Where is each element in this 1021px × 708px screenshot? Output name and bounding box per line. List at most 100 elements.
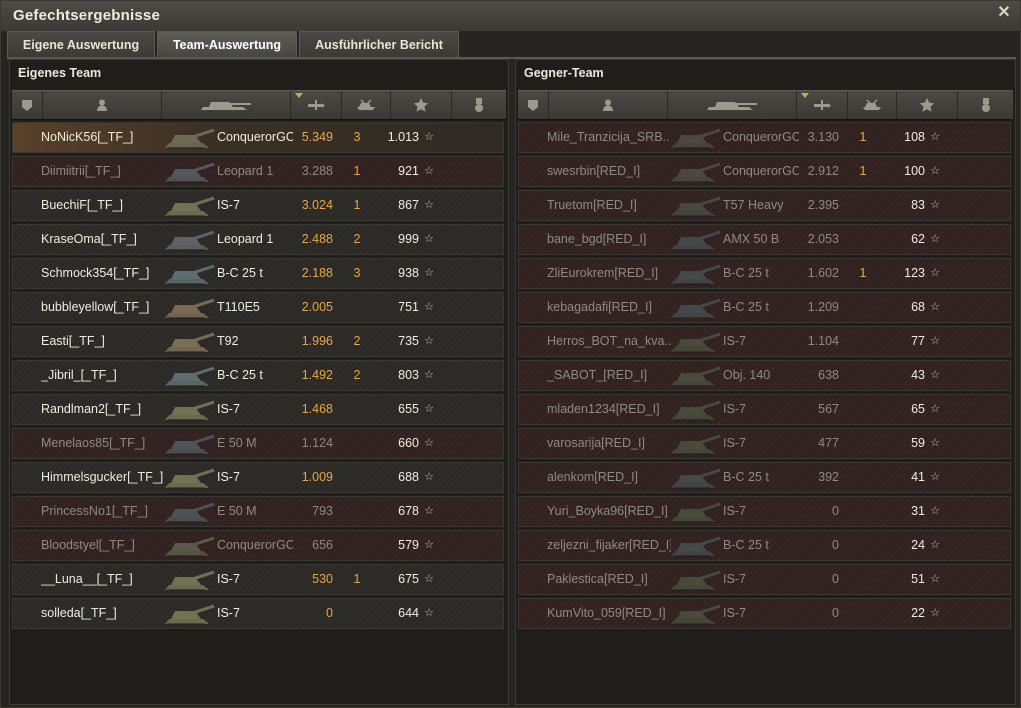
kills-value: 1	[353, 572, 361, 586]
player-row[interactable]: KraseOma[_TF_] Leopard 1 2.488 2 999 ☆	[12, 224, 504, 255]
tank-name: T92	[217, 334, 239, 348]
tank-name: T110E5	[217, 300, 260, 314]
player-name: Diimiitrii[_TF_]	[41, 164, 121, 178]
tank-icon[interactable]	[162, 91, 291, 119]
damage-value: 2.395	[807, 198, 839, 212]
player-row[interactable]: Bloodstyel[_TF_] ConquerorGC 656 579 ☆	[12, 530, 504, 561]
own-team-panel: Eigenes Team NoNicK56[_TF_] ConquerorGC …	[9, 59, 509, 705]
squad-icon[interactable]	[518, 91, 549, 119]
tank-icon	[161, 429, 219, 458]
damage-value: 1.009	[301, 470, 333, 484]
player-row[interactable]: Easti[_TF_] T92 1.996 2 735 ☆	[12, 326, 504, 357]
player-row[interactable]: Randlman2[_TF_] IS-7 1.468 655 ☆	[12, 394, 504, 425]
player-row[interactable]: mladen1234[RED_I] IS-7 567 65 ☆	[518, 394, 1011, 425]
player-row[interactable]: solleda[_TF_] IS-7 0 644 ☆	[12, 598, 504, 629]
tank-icon	[667, 497, 725, 526]
player-row[interactable]: _SABOT_[RED_I] Obj. 140 638 43 ☆	[518, 360, 1011, 391]
xp-star-icon: ☆	[424, 301, 434, 313]
player-row[interactable]: Himmelsgucker[_TF_] IS-7 1.009 688 ☆	[12, 462, 504, 493]
window-title: Gefechtsergebnisse	[13, 7, 160, 24]
xp-star-icon: ☆	[424, 403, 434, 415]
player-row[interactable]: Menelaos85[_TF_] E 50 M 1.124 660 ☆	[12, 428, 504, 459]
medal-icon[interactable]	[452, 91, 506, 119]
damage-icon[interactable]	[797, 91, 848, 119]
xp-star-icon: ☆	[424, 505, 434, 517]
xp-value: 579	[398, 538, 419, 552]
player-icon[interactable]	[43, 91, 162, 119]
player-row[interactable]: bane_bgd[RED_I] AMX 50 B 2.053 62 ☆	[518, 224, 1011, 255]
player-row[interactable]: kebagadafi[RED_I] B-C 25 t 1.209 68 ☆	[518, 292, 1011, 323]
player-row[interactable]: Paklestica[RED_I] IS-7 0 51 ☆	[518, 564, 1011, 595]
player-row[interactable]: Schmock354[_TF_] B-C 25 t 2.188 3 938 ☆	[12, 258, 504, 289]
xp-value: 59	[911, 436, 925, 450]
kills-icon[interactable]	[848, 91, 897, 119]
xp-value: 41	[911, 470, 925, 484]
player-row[interactable]: ZliEurokrem[RED_I] B-C 25 t 1.602 1 123 ☆	[518, 258, 1011, 289]
player-row[interactable]: BuechiF[_TF_] IS-7 3.024 1 867 ☆	[12, 190, 504, 221]
xp-star-icon: ☆	[424, 131, 434, 143]
player-row[interactable]: Yuri_Boyka96[RED_I] IS-7 0 31 ☆	[518, 496, 1011, 527]
xp-star-icon[interactable]	[897, 91, 958, 119]
xp-star-icon: ☆	[424, 471, 434, 483]
xp-star-icon: ☆	[424, 607, 434, 619]
player-name: _Jibril_[_TF_]	[41, 368, 117, 382]
xp-value: 675	[398, 572, 419, 586]
tank-icon	[161, 361, 219, 390]
tab-detailed-report[interactable]: Ausführlicher Bericht	[299, 31, 459, 57]
tank-icon	[161, 123, 219, 152]
squad-icon[interactable]	[12, 91, 43, 119]
player-row[interactable]: Herros_BOT_na_kva.. IS-7 1.104 77 ☆	[518, 326, 1011, 357]
player-row[interactable]: _Jibril_[_TF_] B-C 25 t 1.492 2 803 ☆	[12, 360, 504, 391]
tank-icon[interactable]	[668, 91, 797, 119]
player-row[interactable]: PrincessNo1[_TF_] E 50 M 793 678 ☆	[12, 496, 504, 527]
player-row[interactable]: Diimiitrii[_TF_] Leopard 1 3.288 1 921 ☆	[12, 156, 504, 187]
damage-value: 1.602	[807, 266, 839, 280]
player-row[interactable]: zeljezni_fijaker[RED_I] B-C 25 t 0 24 ☆	[518, 530, 1011, 561]
tank-name: Leopard 1	[217, 164, 274, 178]
close-icon[interactable]: ✕	[996, 5, 1012, 21]
xp-value: 1.013	[387, 130, 419, 144]
player-row[interactable]: __Luna__[_TF_] IS-7 530 1 675 ☆	[12, 564, 504, 595]
player-row[interactable]: Truetom[RED_I] T57 Heavy 2.395 83 ☆	[518, 190, 1011, 221]
player-name: KraseOma[_TF_]	[41, 232, 137, 246]
player-row[interactable]: swesrbin[RED_I] ConquerorGC 2.912 1 100 ☆	[518, 156, 1011, 187]
xp-star-icon: ☆	[930, 505, 940, 517]
player-row[interactable]: varosarija[RED_I] IS-7 477 59 ☆	[518, 428, 1011, 459]
player-row[interactable]: alenkom[RED_I] B-C 25 t 392 41 ☆	[518, 462, 1011, 493]
xp-star-icon: ☆	[424, 233, 434, 245]
xp-star-icon: ☆	[424, 165, 434, 177]
tank-name: IS-7	[723, 504, 746, 518]
xp-value: 660	[398, 436, 419, 450]
kills-value: 1	[353, 198, 361, 212]
kills-value	[345, 531, 369, 560]
xp-value: 735	[398, 334, 419, 348]
tank-icon	[161, 157, 219, 186]
sort-indicator-icon	[295, 93, 303, 98]
kills-value	[345, 429, 369, 458]
kills-value	[851, 463, 875, 492]
player-row[interactable]: KumVito_059[RED_I] IS-7 0 22 ☆	[518, 598, 1011, 629]
xp-value: 123	[904, 266, 925, 280]
damage-icon[interactable]	[291, 91, 342, 119]
tab-own-evaluation[interactable]: Eigene Auswertung	[7, 31, 155, 57]
player-row[interactable]: NoNicK56[_TF_] ConquerorGC 5.349 3 1.013 ☆	[12, 122, 504, 153]
player-row[interactable]: bubbleyellow[_TF_] T110E5 2.005 751 ☆	[12, 292, 504, 323]
medal-icon[interactable]	[958, 91, 1013, 119]
tank-icon	[161, 463, 219, 492]
kills-icon[interactable]	[342, 91, 391, 119]
player-icon[interactable]	[549, 91, 668, 119]
xp-star-icon[interactable]	[391, 91, 452, 119]
xp-value: 83	[911, 198, 925, 212]
player-name: KumVito_059[RED_I]	[547, 606, 666, 620]
tank-icon	[667, 463, 725, 492]
damage-value: 2.188	[301, 266, 333, 280]
kills-value: 1	[859, 266, 867, 280]
damage-value: 3.130	[807, 130, 839, 144]
xp-value: 751	[398, 300, 419, 314]
damage-value: 1.104	[807, 334, 839, 348]
player-name: Easti[_TF_]	[41, 334, 105, 348]
tab-team-evaluation[interactable]: Team-Auswertung	[157, 31, 297, 57]
player-name: NoNicK56[_TF_]	[41, 130, 134, 144]
player-row[interactable]: Mile_Tranzicija_SRB.. ConquerorGC 3.130 1 10…	[518, 122, 1011, 153]
tank-icon	[667, 259, 725, 288]
